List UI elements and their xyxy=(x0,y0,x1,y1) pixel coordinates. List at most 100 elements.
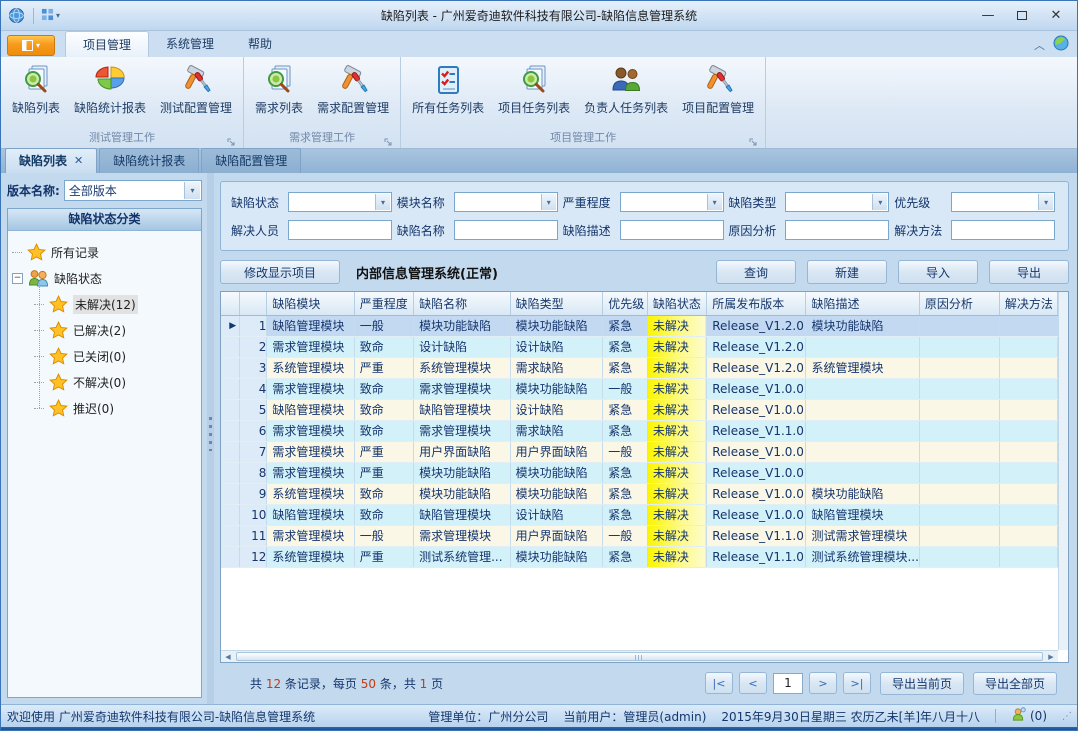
dialog-launcher-icon[interactable] xyxy=(384,135,393,144)
table-row[interactable]: ▶1缺陷管理模块一般模块功能缺陷模块功能缺陷紧急未解决Release_V1.2.… xyxy=(221,315,1058,336)
tree-item[interactable]: 已关闭(0) xyxy=(34,343,199,369)
message-indicator[interactable]: (0) xyxy=(1011,707,1047,725)
document-tab-2[interactable]: 缺陷统计报表 xyxy=(99,148,199,173)
ribbon-button[interactable]: 测试配置管理 xyxy=(153,60,239,117)
modify-display-items-button[interactable]: 修改显示项目 xyxy=(220,260,340,284)
ribbon-button[interactable]: 所有任务列表 xyxy=(405,60,491,117)
export-button[interactable]: 导出 xyxy=(989,260,1069,284)
chevron-down-icon[interactable]: ▾ xyxy=(872,194,887,210)
ribbon-tab-3[interactable]: 帮助 xyxy=(231,31,289,57)
quick-access-toolbar-button[interactable]: ▾ xyxy=(41,8,60,24)
filter-input[interactable] xyxy=(288,220,392,240)
scrollbar-thumb[interactable] xyxy=(236,652,1043,661)
prev-page-button[interactable]: < xyxy=(739,672,767,694)
ribbon-button[interactable]: 缺陷统计报表 xyxy=(67,60,153,117)
scroll-right-icon[interactable]: ▶ xyxy=(1044,651,1058,662)
application-menu-button[interactable]: ▾ xyxy=(7,35,55,56)
tree-item[interactable]: 未解决(12) xyxy=(34,291,199,317)
ribbon-button[interactable]: 项目任务列表 xyxy=(491,60,577,117)
document-tab-3[interactable]: 缺陷配置管理 xyxy=(201,148,301,173)
minimize-button[interactable]: — xyxy=(973,5,1003,27)
column-header[interactable]: 优先级 xyxy=(603,292,648,315)
ribbon-button[interactable]: 缺陷列表 xyxy=(5,60,67,117)
ribbon-button[interactable]: 负责人任务列表 xyxy=(577,60,675,117)
filter-combobox[interactable]: ▾ xyxy=(785,192,889,212)
chevron-down-icon[interactable]: ▾ xyxy=(541,194,556,210)
dialog-launcher-icon[interactable] xyxy=(227,135,236,144)
tree-item-label: 缺陷状态 xyxy=(54,270,102,287)
table-row[interactable]: 9系统管理模块致命模块功能缺陷模块功能缺陷紧急未解决Release_V1.0.0… xyxy=(221,483,1058,504)
dialog-launcher-icon[interactable] xyxy=(749,135,758,144)
table-row[interactable]: 4需求管理模块致命需求管理模块模块功能缺陷一般未解决Release_V1.0.0 xyxy=(221,378,1058,399)
table-row[interactable]: 2需求管理模块致命设计缺陷设计缺陷紧急未解决Release_V1.2.0 xyxy=(221,336,1058,357)
filter-combobox[interactable]: ▾ xyxy=(620,192,724,212)
export-all-pages-button[interactable]: 导出全部页 xyxy=(973,672,1057,695)
filter-combobox[interactable]: ▾ xyxy=(951,192,1055,212)
chevron-down-icon[interactable]: ▾ xyxy=(375,194,390,210)
export-current-page-button[interactable]: 导出当前页 xyxy=(880,672,964,695)
title-bar: ▾ 缺陷列表 - 广州爱奇迪软件科技有限公司-缺陷信息管理系统 — ✕ xyxy=(1,1,1077,31)
chevron-down-icon[interactable]: ▾ xyxy=(184,182,200,199)
column-header[interactable]: 缺陷模块 xyxy=(267,292,354,315)
filter-input[interactable] xyxy=(620,220,724,240)
column-header[interactable]: 缺陷状态 xyxy=(647,292,706,315)
pie-chart-icon xyxy=(93,62,127,98)
page-number-input[interactable]: 1 xyxy=(773,673,803,694)
next-page-button[interactable]: > xyxy=(809,672,837,694)
collapse-ribbon-icon[interactable]: ︿ xyxy=(1034,37,1045,53)
tree-item[interactable]: 已解决(2) xyxy=(34,317,199,343)
scroll-left-icon[interactable]: ◀ xyxy=(221,651,235,662)
column-header[interactable]: 缺陷类型 xyxy=(510,292,603,315)
table-row[interactable]: 3系统管理模块严重系统管理模块需求缺陷紧急未解决Release_V1.2.0系统… xyxy=(221,357,1058,378)
filter-input[interactable] xyxy=(951,220,1055,240)
table-row[interactable]: 10缺陷管理模块致命缺陷管理模块设计缺陷紧急未解决Release_V1.0.0缺… xyxy=(221,504,1058,525)
close-tab-icon[interactable]: ✕ xyxy=(74,154,83,167)
column-header[interactable]: 缺陷描述 xyxy=(806,292,919,315)
ribbon-button[interactable]: 项目配置管理 xyxy=(675,60,761,117)
collapse-expander-icon[interactable]: − xyxy=(12,273,23,284)
import-button[interactable]: 导入 xyxy=(898,260,978,284)
tree-item[interactable]: 所有记录 xyxy=(12,239,199,265)
table-row[interactable]: 12系统管理模块严重测试系统管理...模块功能缺陷紧急未解决Release_V1… xyxy=(221,546,1058,567)
table-row[interactable]: 5缺陷管理模块致命缺陷管理模块设计缺陷紧急未解决Release_V1.0.0 xyxy=(221,399,1058,420)
summary-number: 12 xyxy=(266,677,281,691)
ribbon-button[interactable]: 需求配置管理 xyxy=(310,60,396,117)
table-row[interactable]: 7需求管理模块严重用户界面缺陷用户界面缺陷一般未解决Release_V1.0.0 xyxy=(221,441,1058,462)
last-page-button[interactable]: >| xyxy=(843,672,871,694)
tree-item[interactable]: 推迟(0) xyxy=(34,395,199,421)
column-header[interactable]: 缺陷名称 xyxy=(414,292,510,315)
close-button[interactable]: ✕ xyxy=(1041,5,1071,27)
table-row[interactable]: 8需求管理模块严重模块功能缺陷模块功能缺陷紧急未解决Release_V1.0.0 xyxy=(221,462,1058,483)
filter-input[interactable] xyxy=(454,220,558,240)
filter-combobox[interactable]: ▾ xyxy=(288,192,392,212)
table-row[interactable]: 11需求管理模块一般需求管理模块用户界面缺陷一般未解决Release_V1.1.… xyxy=(221,525,1058,546)
table-cell xyxy=(919,315,999,336)
filter-combobox[interactable]: ▾ xyxy=(454,192,558,212)
ribbon-button[interactable]: 需求列表 xyxy=(248,60,310,117)
document-tab-1[interactable]: 缺陷列表✕ xyxy=(5,148,97,173)
new-button[interactable]: 新建 xyxy=(807,260,887,284)
maximize-button[interactable] xyxy=(1007,5,1037,27)
query-button[interactable]: 查询 xyxy=(716,260,796,284)
first-page-button[interactable]: |< xyxy=(705,672,733,694)
chevron-down-icon[interactable]: ▾ xyxy=(1038,194,1053,210)
column-header[interactable]: 原因分析 xyxy=(919,292,999,315)
vertical-scrollbar[interactable] xyxy=(1058,292,1068,650)
table-cell: 致命 xyxy=(354,483,413,504)
horizontal-scrollbar[interactable]: ◀ ▶ xyxy=(221,650,1058,662)
resize-grip-icon[interactable]: ⋰ xyxy=(1062,711,1071,722)
filter-input[interactable] xyxy=(785,220,889,240)
help-icon[interactable] xyxy=(1053,35,1069,54)
tree-item[interactable]: 不解决(0) xyxy=(34,369,199,395)
ribbon-tab-2[interactable]: 系统管理 xyxy=(149,31,231,57)
version-combobox[interactable]: 全部版本 ▾ xyxy=(64,180,202,201)
chevron-down-icon[interactable]: ▾ xyxy=(707,194,722,210)
sidebar-splitter[interactable] xyxy=(207,173,214,704)
tree-item[interactable]: − 缺陷状态 xyxy=(12,265,199,291)
ribbon-tab-1[interactable]: 项目管理 xyxy=(65,31,149,57)
table-row[interactable]: 6需求管理模块致命需求管理模块需求缺陷紧急未解决Release_V1.1.0 xyxy=(221,420,1058,441)
column-header[interactable]: 严重程度 xyxy=(354,292,413,315)
column-header[interactable]: 解决方法 xyxy=(999,292,1057,315)
table-cell: 紧急 xyxy=(603,483,648,504)
column-header[interactable]: 所属发布版本 xyxy=(707,292,806,315)
